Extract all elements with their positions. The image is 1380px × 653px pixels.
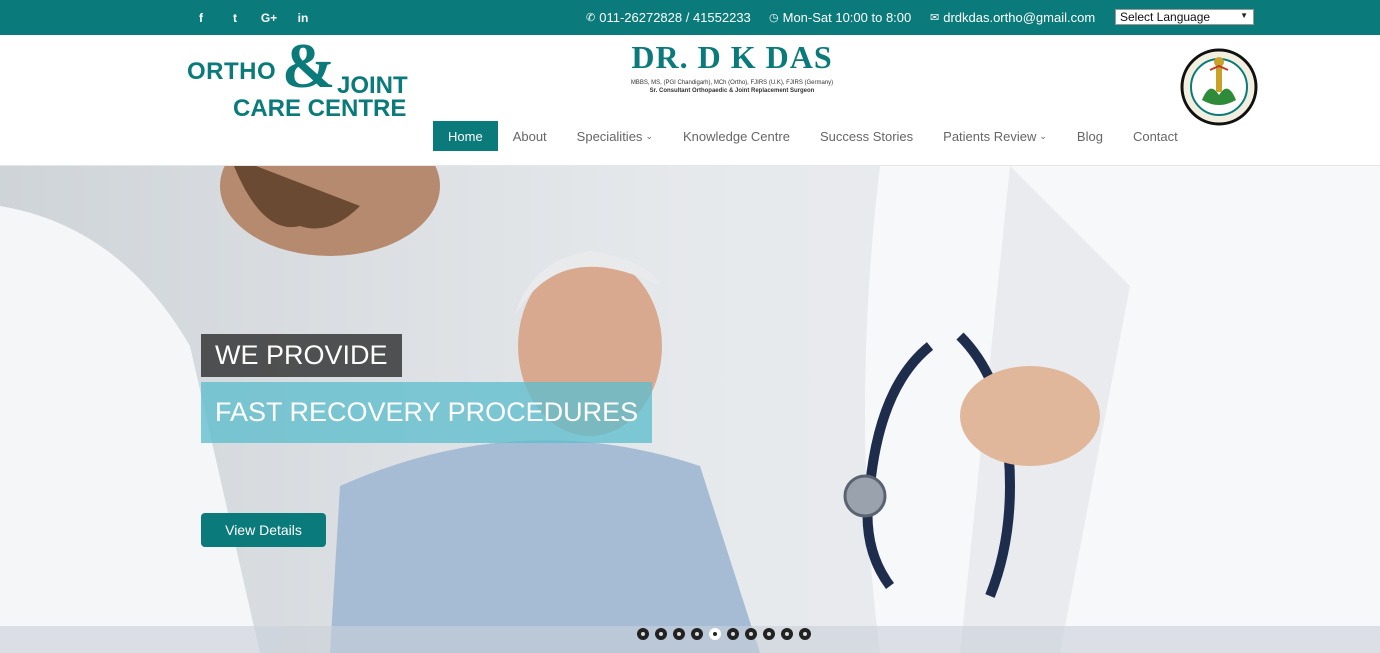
nav-contact[interactable]: Contact [1118, 121, 1193, 151]
doctor-title: Sr. Consultant Orthopaedic & Joint Repla… [649, 88, 815, 94]
slider-dot[interactable] [727, 628, 739, 640]
emblem-seal-icon [1180, 48, 1258, 126]
nav-specialities[interactable]: Specialities ⌄ [562, 121, 668, 151]
slider-dot[interactable] [799, 628, 811, 640]
chevron-down-icon: ⌄ [1039, 130, 1047, 141]
dropdown-arrow-icon: ▼ [1240, 11, 1248, 20]
phone-number[interactable]: 011-26272828 / 41552233 [599, 10, 751, 25]
linkedin-icon[interactable]: in [286, 11, 320, 25]
slider-dot[interactable] [763, 628, 775, 640]
google-plus-icon[interactable]: G+ [252, 11, 286, 25]
slider-dot[interactable] [745, 628, 757, 640]
chevron-down-icon: ⌄ [645, 130, 653, 141]
language-select[interactable]: Select Language ▼ [1115, 9, 1254, 25]
email-address[interactable]: drdkdas.ortho@gmail.com [943, 10, 1095, 25]
nav-patients-review[interactable]: Patients Review ⌄ [928, 121, 1062, 151]
clinic-logo[interactable]: ORTHO & JOINT CARE CENTRE [187, 34, 408, 123]
doctor-qualifications: MBBS, MS, (PGI Chandigarh), MCh (Ortho),… [630, 80, 834, 86]
main-navigation: Home About Specialities ⌄ Knowledge Centr… [433, 121, 1193, 151]
site-header: ORTHO & JOINT CARE CENTRE DR. D K DAS MB… [0, 34, 1380, 166]
slider-dot[interactable] [781, 628, 793, 640]
hours-info: ◷ Mon-Sat 10:00 to 8:00 [769, 0, 911, 35]
slider-pagination [637, 628, 817, 640]
logo-text-ortho: ORTHO [187, 58, 277, 85]
envelope-icon: ✉ [930, 12, 940, 24]
doctor-name: DR. D K DAS [631, 39, 833, 75]
hero-slider[interactable]: WE PROVIDE FAST RECOVERY PROCEDURES View… [0, 166, 1380, 653]
top-bar: f t G+ in ✆ 011-26272828 / 41552233 ◷ Mo… [0, 0, 1380, 35]
opening-hours: Mon-Sat 10:00 to 8:00 [782, 10, 912, 25]
nav-home[interactable]: Home [433, 121, 498, 151]
phone-icon: ✆ [586, 12, 596, 24]
nav-blog[interactable]: Blog [1062, 121, 1118, 151]
view-details-button[interactable]: View Details [201, 513, 326, 547]
logo-text-care-centre: CARE CENTRE [233, 95, 407, 122]
slider-dot[interactable] [673, 628, 685, 640]
clock-icon: ◷ [769, 12, 779, 24]
hero-caption-main: FAST RECOVERY PROCEDURES [201, 382, 653, 443]
twitter-icon[interactable]: t [218, 11, 252, 25]
doctor-brand: DR. D K DAS MBBS, MS, (PGI Chandigarh), … [612, 40, 852, 100]
nav-about[interactable]: About [498, 121, 562, 151]
nav-knowledge-centre[interactable]: Knowledge Centre [668, 121, 805, 151]
nav-success-stories[interactable]: Success Stories [805, 121, 928, 151]
logo-ampersand: & [282, 30, 336, 101]
phone-info: ✆ 011-26272828 / 41552233 [586, 0, 751, 35]
language-select-value: Select Language [1120, 10, 1211, 24]
slider-dot[interactable] [655, 628, 667, 640]
email-info: ✉ drdkdas.ortho@gmail.com [930, 0, 1095, 35]
slider-dot[interactable] [637, 628, 649, 640]
slider-dot[interactable] [709, 628, 721, 640]
hero-caption-top: WE PROVIDE [201, 334, 402, 377]
facebook-icon[interactable]: f [184, 11, 218, 25]
care-centre-emblem [1180, 40, 1258, 134]
slider-dot[interactable] [691, 628, 703, 640]
